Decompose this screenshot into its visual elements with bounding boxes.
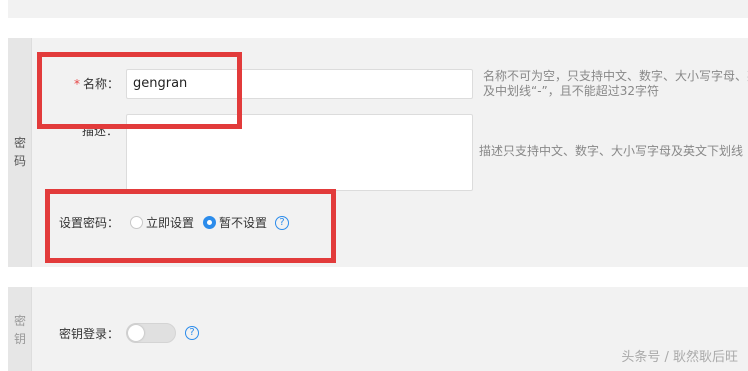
key-login-toggle-knob: [128, 325, 144, 341]
key-login-label: 密钥登录：: [59, 327, 120, 341]
radio-set-now-circle[interactable]: [130, 216, 143, 229]
previous-section-panel: [8, 0, 748, 18]
radio-set-now-label: 立即设置: [146, 216, 195, 230]
name-help-line-2: 及中划线“-”，且不能超过32字符: [483, 84, 660, 98]
name-help-text: 名称不可为空，只支持中文、数字、大小写字母、英 及中划线“-”，且不能超过32字…: [483, 69, 748, 99]
description-help-text: 描述只支持中文、数字、大小写字母及英文下划线: [479, 144, 744, 158]
question-circle-icon[interactable]: ?: [185, 326, 199, 340]
password-section: 密码 * 名称： gengran 名称不可为空，只支持中文、数字、大小写字母、英 …: [8, 38, 748, 267]
radio-set-now[interactable]: 立即设置: [130, 214, 194, 231]
name-label: * 名称：: [74, 75, 119, 92]
description-textarea[interactable]: [126, 114, 473, 191]
required-mark: *: [74, 77, 80, 91]
key-login-toggle[interactable]: [126, 323, 176, 343]
password-section-title: 密码: [14, 136, 27, 168]
set-password-label: 设置密码：: [59, 216, 120, 230]
password-section-sidebar: 密码: [8, 38, 32, 267]
radio-not-now-label: 暂不设置: [219, 216, 268, 230]
question-circle-icon[interactable]: ?: [275, 216, 289, 230]
key-section-title: 密钥: [14, 314, 27, 346]
name-help-line-1: 名称不可为空，只支持中文、数字、大小写字母、英: [483, 69, 748, 83]
radio-not-now[interactable]: 暂不设置: [203, 214, 267, 231]
description-label: 描述：: [82, 124, 119, 138]
key-section-sidebar: 密钥: [8, 287, 32, 371]
name-input[interactable]: gengran: [126, 69, 473, 99]
radio-not-now-circle[interactable]: [203, 216, 216, 229]
name-label-text: 名称：: [83, 77, 120, 91]
watermark: 头条号 / 耿然耿后旺: [621, 350, 738, 365]
